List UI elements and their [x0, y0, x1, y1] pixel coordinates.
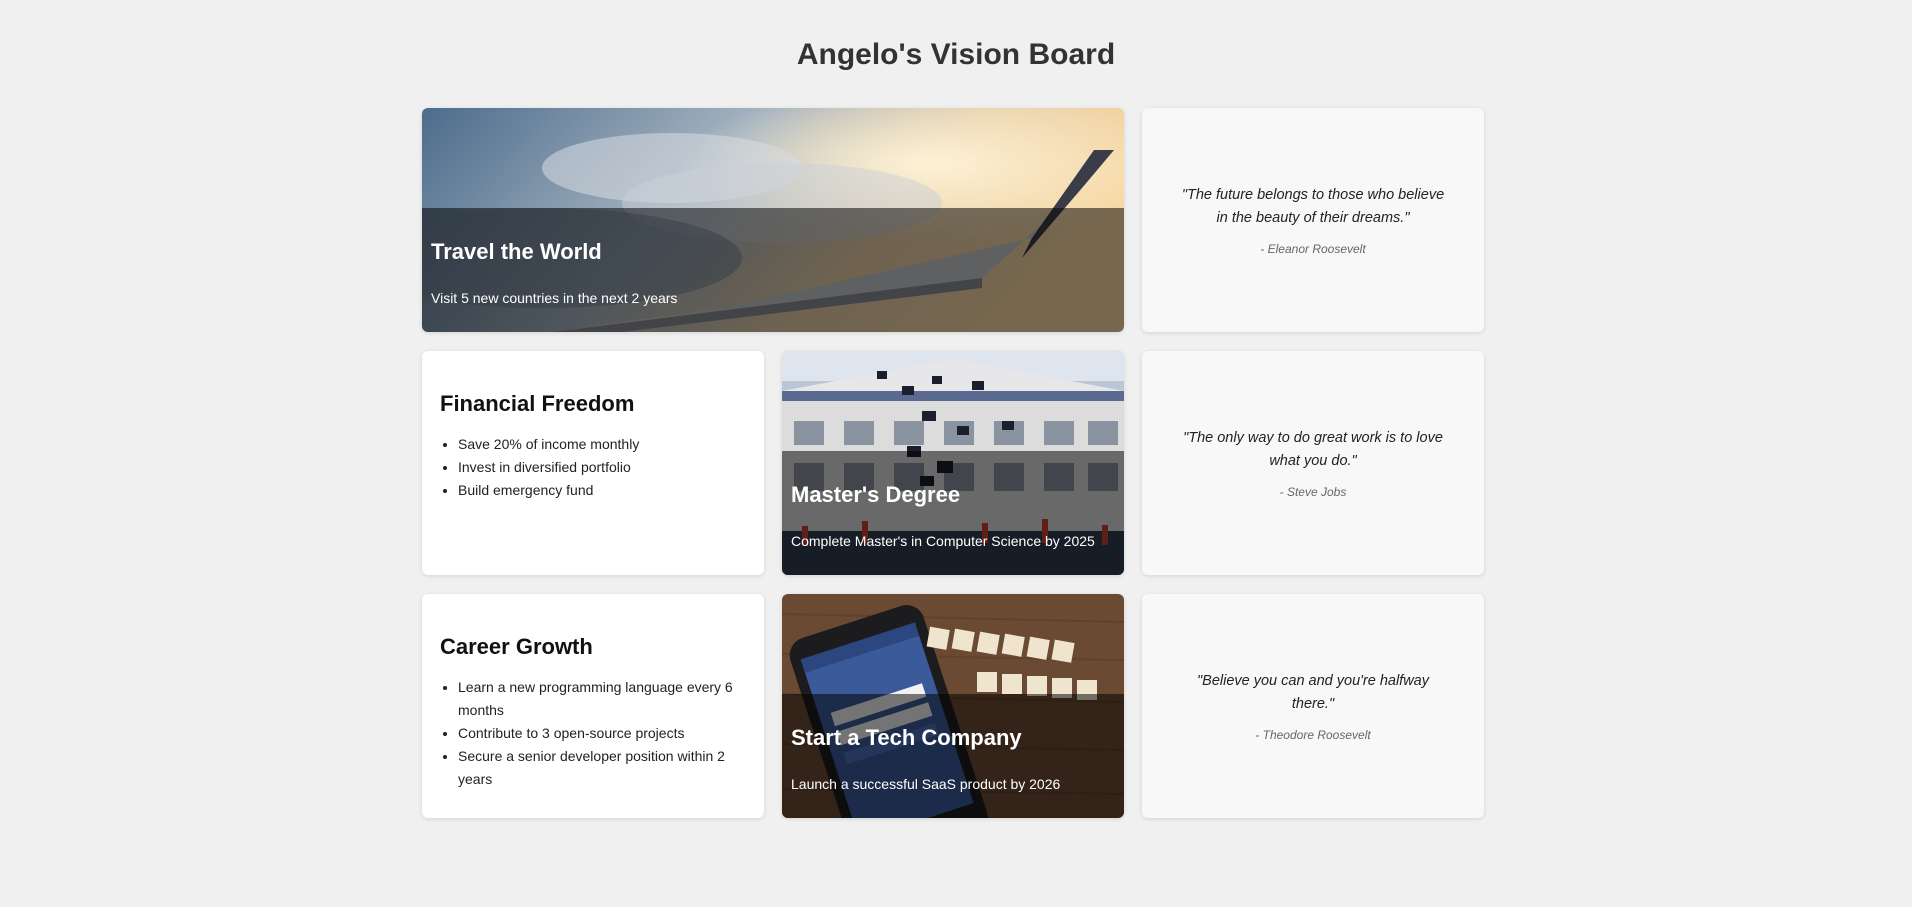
financial-list: Save 20% of income monthly Invest in div… — [440, 433, 746, 502]
list-item: Secure a senior developer position withi… — [458, 745, 746, 791]
list-item: Invest in diversified portfolio — [458, 456, 746, 479]
travel-subtitle: Visit 5 new countries in the next 2 year… — [431, 290, 678, 306]
travel-title: Travel the World — [431, 239, 602, 264]
quote-card-3: "Believe you can and you're halfway ther… — [1142, 594, 1484, 818]
financial-title: Financial Freedom — [440, 391, 635, 416]
page-title: Angelo's Vision Board — [796, 38, 1116, 71]
travel-card[interactable]: Travel the World Visit 5 new countries i… — [422, 108, 1124, 332]
financial-freedom-card[interactable]: Financial Freedom Save 20% of income mon… — [422, 351, 764, 575]
list-item: Learn a new programming language every 6… — [458, 676, 746, 722]
career-title: Career Growth — [440, 634, 593, 659]
vision-board-grid: Travel the World Visit 5 new countries i… — [422, 108, 1485, 818]
tech-overlay: Start a Tech Company Launch a successful… — [782, 694, 1124, 818]
quote-author: - Theodore Roosevelt — [1255, 728, 1371, 742]
masters-subtitle: Complete Master's in Computer Science by… — [791, 533, 1095, 549]
quote-author: - Steve Jobs — [1279, 485, 1347, 499]
quote-author: - Eleanor Roosevelt — [1260, 242, 1366, 256]
tech-company-card[interactable]: Start a Tech Company Launch a successful… — [782, 594, 1124, 818]
list-item: Contribute to 3 open-source projects — [458, 722, 746, 745]
career-list: Learn a new programming language every 6… — [440, 676, 746, 791]
masters-title: Master's Degree — [791, 482, 961, 507]
quote-card-1: "The future belongs to those who believe… — [1142, 108, 1484, 332]
quote-card-2: "The only way to do great work is to lov… — [1142, 351, 1484, 575]
masters-overlay: Master's Degree Complete Master's in Com… — [782, 451, 1124, 575]
quote-text: "Believe you can and you're halfway ther… — [1197, 673, 1429, 712]
career-growth-card[interactable]: Career Growth Learn a new programming la… — [422, 594, 764, 818]
quote-text: "The only way to do great work is to lov… — [1183, 430, 1443, 469]
quote-text: "The future belongs to those who believe… — [1181, 187, 1445, 226]
tech-subtitle: Launch a successful SaaS product by 2026 — [791, 776, 1061, 792]
tech-title: Start a Tech Company — [791, 725, 1022, 750]
list-item: Save 20% of income monthly — [458, 433, 746, 456]
masters-degree-card[interactable]: Master's Degree Complete Master's in Com… — [782, 351, 1124, 575]
list-item: Build emergency fund — [458, 479, 746, 502]
travel-overlay: Travel the World Visit 5 new countries i… — [422, 208, 1124, 332]
